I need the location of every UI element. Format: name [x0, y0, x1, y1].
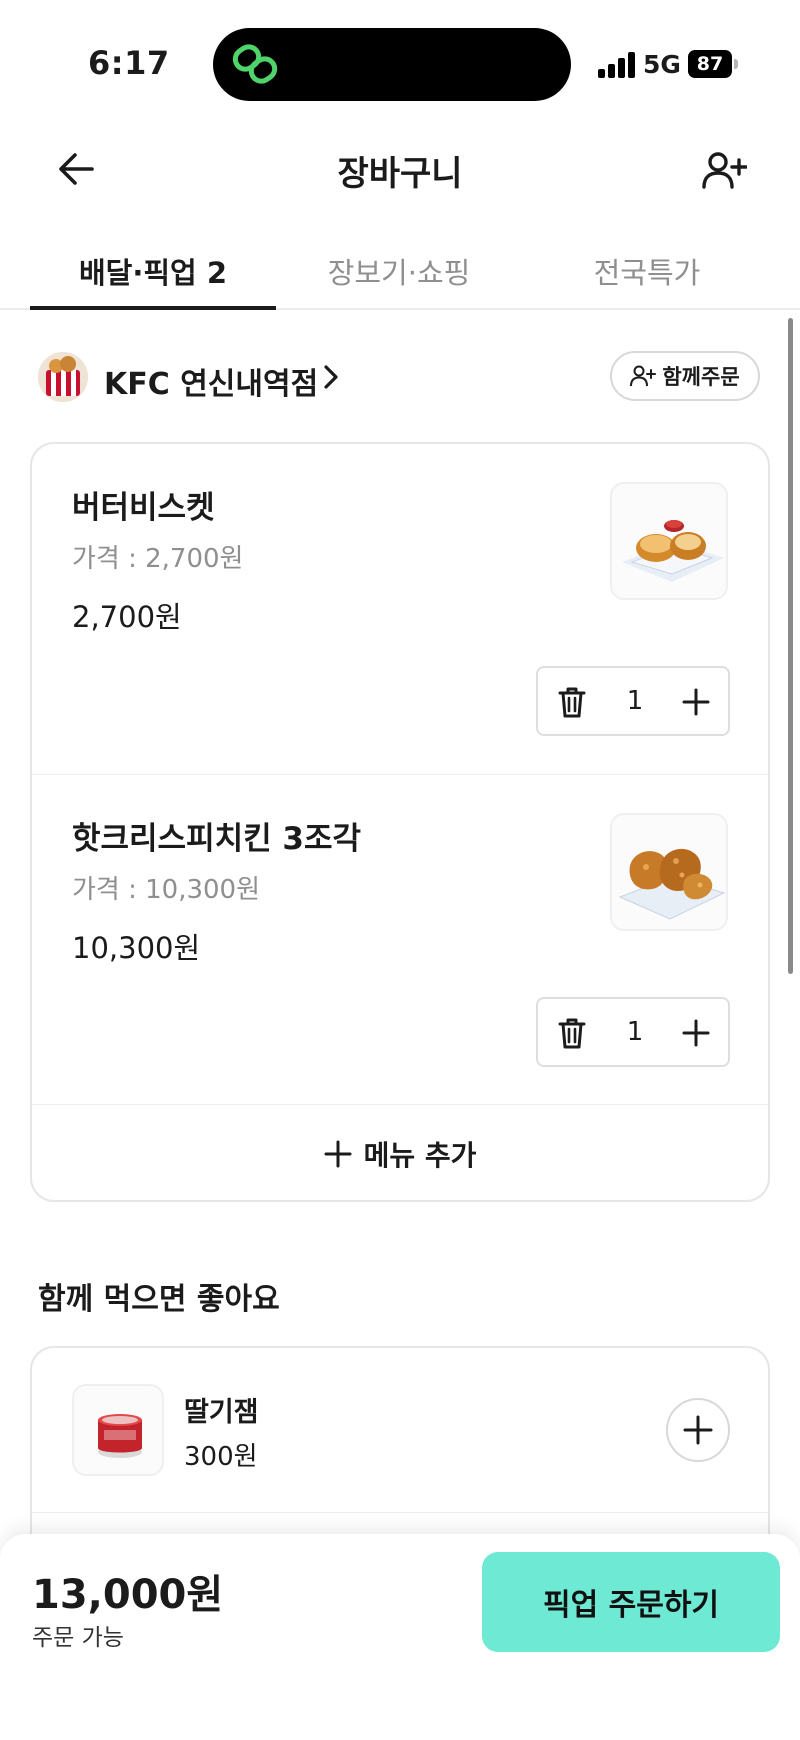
item-total-price: 2,700원 — [72, 600, 182, 634]
person-add-icon — [630, 365, 657, 387]
cart-item: 핫크리스피치킨 3조각 가격 : 10,300원 10,300원 1 — [32, 774, 768, 1104]
person-add-icon — [702, 152, 747, 189]
quantity-value: 1 — [626, 1017, 644, 1047]
divider — [32, 1512, 768, 1513]
store-row: KFC 연신내역점 함께주문 — [38, 350, 768, 404]
trash-icon — [558, 687, 586, 718]
increase-quantity-button[interactable] — [676, 682, 716, 722]
item-image-strawberry-jam — [72, 1384, 164, 1476]
tab-national-deals[interactable]: 전국특가 — [524, 250, 770, 292]
delete-item-button[interactable] — [552, 1013, 592, 1053]
item-name: 버터비스켓 — [72, 490, 215, 526]
scrollbar[interactable] — [788, 318, 793, 974]
invite-friend-button[interactable] — [696, 142, 752, 198]
order-total: 13,000원 — [32, 1572, 224, 1618]
active-tab-indicator — [30, 306, 276, 310]
battery-level: 87 — [688, 50, 732, 78]
cart-item: 버터비스켓 가격 : 2,700원 2,700원 1 — [32, 444, 768, 774]
battery-icon: 87 — [688, 50, 738, 78]
item-name: 핫크리스피치킨 3조각 — [72, 821, 362, 857]
status-time: 6:17 — [88, 44, 170, 82]
item-image-fried-chicken — [610, 813, 728, 931]
item-image-biscuit — [610, 482, 728, 600]
network-type: 5G — [643, 50, 681, 79]
delete-item-button[interactable] — [552, 682, 592, 722]
category-tabs: 배달·픽업 2 장보기·쇼핑 전국특가 — [0, 232, 800, 310]
item-unit-price: 가격 : 10,300원 — [72, 875, 261, 905]
page-title: 장바구니 — [337, 154, 463, 194]
order-availability: 주문 가능 — [32, 1625, 124, 1651]
store-name-link[interactable]: KFC 연신내역점 — [104, 359, 318, 403]
rec-item-price: 300원 — [184, 1442, 258, 1472]
group-order-button[interactable]: 함께주문 — [610, 351, 760, 401]
plus-icon — [682, 688, 710, 716]
item-total-price: 10,300원 — [72, 931, 201, 965]
quantity-value: 1 — [626, 686, 644, 716]
add-menu-button[interactable]: 메뉴 추가 — [32, 1104, 768, 1200]
plus-icon — [324, 1140, 352, 1167]
quantity-stepper: 1 — [536, 997, 730, 1067]
rec-item-name: 딸기잼 — [184, 1397, 259, 1428]
pickup-order-button[interactable]: 픽업 주문하기 — [482, 1552, 780, 1652]
status-bar: 6:17 5G 87 — [0, 0, 800, 120]
cart-card: 버터비스켓 가격 : 2,700원 2,700원 1 핫크리스피치킨 3조각 가… — [30, 442, 770, 1202]
checkout-bar: 13,000원 주문 가능 픽업 주문하기 — [0, 1534, 800, 1740]
increase-quantity-button[interactable] — [676, 1013, 716, 1053]
chevron-right-icon — [324, 365, 338, 389]
top-app-bar: 장바구니 — [0, 130, 800, 210]
add-recommended-item-button[interactable] — [666, 1398, 730, 1462]
tab-grocery-shopping[interactable]: 장보기·쇼핑 — [276, 250, 522, 292]
plus-icon — [683, 1415, 713, 1445]
dynamic-island — [213, 28, 571, 101]
tab-delivery-pickup[interactable]: 배달·픽업 2 — [30, 250, 276, 292]
trash-icon — [558, 1018, 586, 1049]
group-order-label: 함께주문 — [662, 365, 740, 389]
signal-icon — [598, 50, 636, 78]
add-menu-label: 메뉴 추가 — [363, 1138, 477, 1172]
plus-icon — [682, 1019, 710, 1047]
item-unit-price: 가격 : 2,700원 — [72, 544, 244, 574]
store-logo — [38, 352, 88, 402]
recommendations-title: 함께 먹으면 좋아요 — [38, 1282, 280, 1317]
link-app-icon — [232, 44, 278, 84]
quantity-stepper: 1 — [536, 666, 730, 736]
